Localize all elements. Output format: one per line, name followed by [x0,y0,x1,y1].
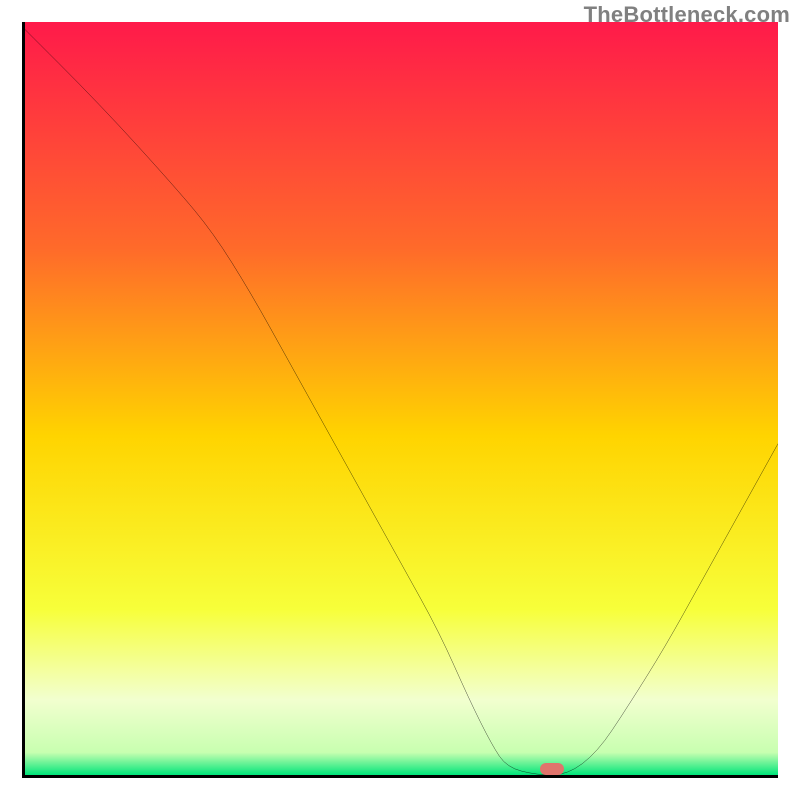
bottleneck-curve-path [22,22,778,775]
plot-area [22,22,778,778]
bottleneck-curve-svg [25,22,778,775]
optimal-marker [540,763,564,775]
chart-container: TheBottleneck.com [0,0,800,800]
watermark-text: TheBottleneck.com [584,2,790,28]
